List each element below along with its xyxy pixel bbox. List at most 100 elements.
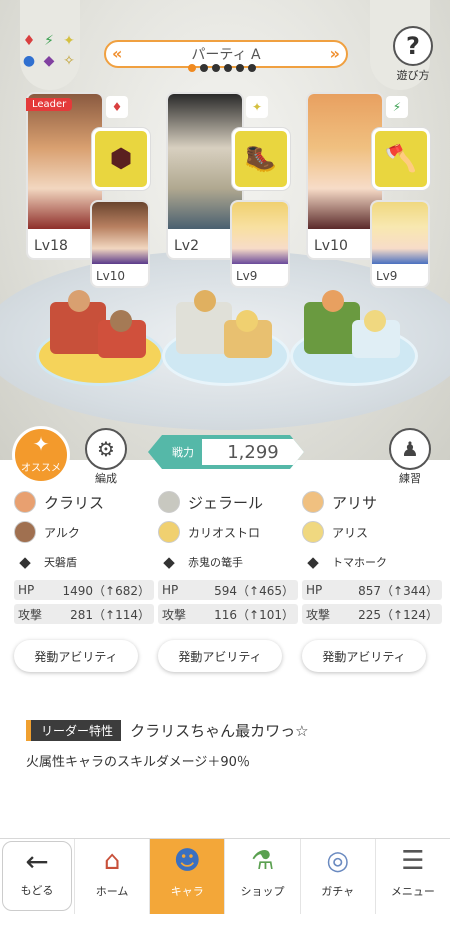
equipment-name: 赤鬼の篭手 — [188, 556, 243, 569]
sub-character-avatar — [14, 521, 36, 543]
system-home-bar — [0, 914, 450, 940]
character-icon: ☻ — [173, 846, 201, 876]
sub-character-avatar — [158, 521, 180, 543]
character-name: アリサ — [332, 493, 378, 512]
practice-label: 練習 — [399, 472, 421, 485]
page-dot[interactable] — [200, 64, 208, 72]
equipment-slot[interactable]: ⬢ — [92, 128, 150, 190]
dark-element-icon: ◆ — [43, 53, 55, 69]
next-party-arrow-icon[interactable]: » — [330, 44, 340, 63]
member-column: クラリス アルク ◆ 天磐盾 HP 1490（↑682） 攻撃 281（↑114） 発… — [14, 488, 154, 672]
member-column: ジェラール カリオストロ ◆ 赤鬼の篭手 HP 594（↑465） 攻撃 116（↑1… — [158, 488, 298, 672]
recommend-label: オススメ — [21, 463, 61, 474]
back-label: もどる — [20, 884, 54, 897]
equipment-slot[interactable]: 🥾 — [232, 128, 290, 190]
help-label: 遊び方 — [396, 69, 430, 82]
main-level: Lv18 — [34, 238, 68, 254]
sub-character-name: カリオストロ — [188, 525, 261, 540]
home-icon: ⌂ — [103, 846, 121, 876]
star-element-icon: ✧ — [63, 53, 75, 69]
element-filter-icon[interactable]: ♦ ⚡ ✦ ● ◆ ✧ — [20, 32, 78, 70]
chibi-character — [110, 310, 132, 332]
light-element-icon: ✦ — [63, 33, 75, 49]
character-card[interactable]: Leader Lv18 ♦ ⬢ Lv10 — [26, 92, 152, 288]
sub-level: Lv9 — [236, 269, 258, 283]
page-dot[interactable] — [248, 64, 256, 72]
attack-stat: 攻撃 225（↑124） — [302, 604, 442, 624]
training-dummy-icon: ♟ — [389, 428, 431, 470]
page-dot[interactable] — [224, 64, 232, 72]
tab-label: ガチャ — [321, 885, 355, 898]
character-card[interactable]: Lv10 ⚡ 🪓 Lv9 — [306, 92, 432, 288]
main-level: Lv10 — [314, 238, 348, 254]
tab-character[interactable]: ☻ キャラ — [149, 839, 225, 914]
equipment-icon: ◆ — [19, 553, 31, 571]
member-column: アリサ アリス ◆ トマホーク HP 857（↑344） 攻撃 225（↑124） 発… — [302, 488, 442, 672]
wind-element-icon: ⚡ — [386, 96, 408, 118]
equipment-slot[interactable]: 🪓 — [372, 128, 430, 190]
character-card[interactable]: Lv2 ✦ 🥾 Lv9 — [166, 92, 292, 288]
question-icon: ? — [393, 26, 433, 66]
chibi-character — [322, 290, 344, 312]
power-value: 1,299 — [202, 439, 304, 465]
sub-character-portrait — [232, 202, 288, 264]
tab-label: キャラ — [170, 885, 204, 898]
page-dot[interactable] — [236, 64, 244, 72]
hp-stat: HP 1490（↑682） — [14, 580, 154, 600]
leader-trait-title: クラリスちゃん最カワっ☆ — [130, 722, 309, 740]
practice-button[interactable]: ♟ 練習 — [384, 428, 436, 485]
gear-person-icon: ⚙ — [85, 428, 127, 470]
tab-gacha[interactable]: ◎ ガチャ — [299, 839, 375, 914]
party-page-dots — [188, 64, 256, 72]
fire-element-icon: ♦ — [22, 33, 36, 49]
ability-button[interactable]: 発動アビリティ — [158, 640, 282, 672]
water-element-icon: ● — [22, 53, 36, 69]
tab-shop[interactable]: ⚗ ショップ — [224, 839, 299, 914]
help-button[interactable]: ? 遊び方 — [388, 26, 438, 82]
leader-badge: Leader — [26, 98, 73, 111]
arrow-left-icon: ← — [25, 845, 49, 878]
leader-trait-tag: リーダー特性 — [26, 720, 122, 741]
attack-stat: 攻撃 281（↑114） — [14, 604, 154, 624]
party-scene: ♦ ⚡ ✦ ● ◆ ✧ « パーティ A » ? 遊び方 Leader Lv18… — [0, 0, 450, 460]
sub-character-slot[interactable]: Lv10 — [90, 200, 150, 288]
equipment-name: 天磐盾 — [44, 556, 77, 569]
shield-icon: ⬢ — [109, 144, 133, 174]
wind-element-icon: ⚡ — [44, 33, 54, 49]
back-button[interactable]: ← もどる — [2, 841, 72, 911]
axe-icon: 🪓 — [384, 144, 418, 174]
chibi-character — [194, 290, 216, 312]
page-dot[interactable] — [212, 64, 220, 72]
character-pedestal — [290, 290, 418, 388]
fire-element-icon: ♦ — [106, 96, 128, 118]
character-avatar — [14, 491, 36, 513]
page-dot[interactable] — [188, 64, 196, 72]
gauntlet-icon: 🥾 — [244, 144, 278, 174]
sub-character-avatar — [302, 521, 324, 543]
tab-home[interactable]: ⌂ ホーム — [74, 839, 149, 914]
sub-character-portrait — [92, 202, 148, 264]
recommend-button[interactable]: ✦ オススメ — [12, 426, 70, 484]
edit-formation-button[interactable]: ⚙ 編成 — [80, 428, 132, 485]
leader-trait: リーダー特性 クラリスちゃん最カワっ☆ 火属性キャラのスキルダメージ＋90％ — [26, 720, 426, 770]
equipment-icon: ◆ — [307, 553, 319, 571]
bottom-navigation: ← もどる ⌂ ホーム ☻ キャラ ⚗ ショップ ◎ ガチャ ☰ メニュー — [0, 838, 450, 914]
gacha-orb-icon: ◎ — [326, 846, 350, 876]
tab-menu[interactable]: ☰ メニュー — [374, 839, 450, 914]
power-label: 戦力 — [172, 446, 194, 459]
leader-trait-description: 火属性キャラのスキルダメージ＋90％ — [26, 755, 250, 770]
sub-character-slot[interactable]: Lv9 — [230, 200, 290, 288]
ability-button[interactable]: 発動アビリティ — [14, 640, 138, 672]
chibi-character — [68, 290, 90, 312]
prev-party-arrow-icon[interactable]: « — [112, 44, 122, 63]
tab-label: ショップ — [240, 885, 285, 898]
equipment-icon: ◆ — [163, 553, 175, 571]
ability-button[interactable]: 発動アビリティ — [302, 640, 426, 672]
character-avatar — [158, 491, 180, 513]
sub-character-slot[interactable]: Lv9 — [370, 200, 430, 288]
sparkle-icon: ✦ — [32, 432, 50, 456]
sub-level: Lv9 — [376, 269, 398, 283]
sub-character-portrait — [372, 202, 428, 264]
chibi-character — [236, 310, 258, 332]
party-name: パーティ A — [191, 47, 261, 63]
